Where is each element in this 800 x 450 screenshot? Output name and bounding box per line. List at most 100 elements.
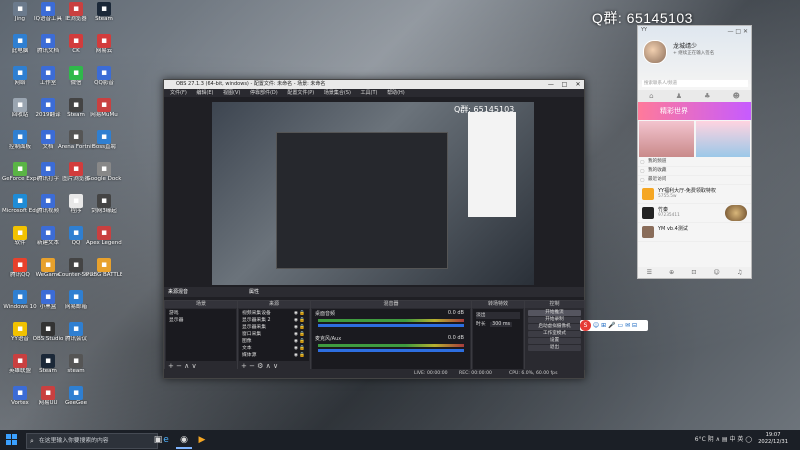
settings-button[interactable]: 设置 <box>528 338 581 344</box>
volume-slider-desktop[interactable] <box>318 324 464 327</box>
emoji-icon[interactable]: ☺ <box>714 269 720 276</box>
desktop-shortcut[interactable]: ▪ GeeGee <box>58 386 94 414</box>
lock-icon[interactable]: 🔒 <box>299 345 305 352</box>
menu-edit[interactable]: 编辑(E) <box>196 90 213 96</box>
add-icon[interactable]: ⊕ <box>669 269 674 276</box>
scene-item[interactable]: 游戏 <box>169 310 233 317</box>
start-recording-button[interactable]: 开始录制 <box>528 317 581 323</box>
desktop-shortcut[interactable]: ▪ Boss直聘 <box>86 130 122 158</box>
volume-slider-mic[interactable] <box>318 349 464 352</box>
media-player-icon[interactable]: ▶ <box>194 433 210 447</box>
studio-mode-button[interactable]: 工作室模式 <box>528 331 581 337</box>
menu-view[interactable]: 视图(V) <box>223 90 240 96</box>
avatar[interactable] <box>643 40 667 64</box>
toolbox-icon[interactable]: ⊟ <box>632 322 637 329</box>
maximize-icon[interactable]: □ <box>558 80 570 89</box>
taskbar-clock[interactable]: 19:07 2022/12/31 <box>758 432 788 446</box>
start-streaming-button[interactable]: 开始推流 <box>528 310 581 316</box>
exit-button[interactable]: 退出 <box>528 345 581 351</box>
music-icon[interactable]: ♫ <box>737 269 742 276</box>
user-icon[interactable]: ♟ <box>676 92 682 100</box>
grid-icon[interactable]: ⊞ <box>601 322 606 329</box>
list-item[interactable]: 竹秦 97235411 <box>638 204 751 223</box>
source-item[interactable]: 文本 ◉ 🔒 <box>242 345 306 352</box>
eye-icon[interactable]: ◉ <box>294 345 298 352</box>
lock-icon[interactable]: 🔒 <box>299 310 305 317</box>
desktop-shortcut[interactable]: ▪ 网易云 <box>86 34 122 62</box>
desktop-shortcut[interactable]: ▪ Apex Legends <box>86 226 122 254</box>
menu-tools[interactable]: 工具(T) <box>361 90 378 96</box>
desktop-shortcut[interactable]: ▪ Steam <box>86 2 122 30</box>
eye-icon[interactable]: ◉ <box>294 310 298 317</box>
lock-icon[interactable]: 🔒 <box>299 317 305 324</box>
user-signature[interactable]: + 继续正在输入签名 <box>673 50 714 56</box>
desktop-shortcut[interactable]: ▪ QQ影音 <box>86 66 122 94</box>
tab-properties[interactable]: 属性 <box>249 288 259 295</box>
maximize-icon[interactable]: □ <box>735 28 741 35</box>
tab-audio-mixer[interactable]: 来源混音 <box>168 288 188 295</box>
transition-type-select[interactable]: 淡出 <box>476 312 520 319</box>
start-virtual-camera-button[interactable]: 启动虚拟摄像机 <box>528 324 581 330</box>
desktop-shortcut[interactable]: ▪ steam <box>58 354 94 382</box>
mail-icon[interactable]: ✉ <box>625 322 630 329</box>
desktop-shortcut[interactable]: ▪ 网易MuMu <box>86 98 122 126</box>
source-item[interactable]: 视频采集设备 ◉ 🔒 <box>242 310 306 317</box>
list-item-recent[interactable]: 最近访问 <box>638 176 751 185</box>
source-item[interactable]: 显示器采集 2 ◉ 🔒 <box>242 317 306 324</box>
minimize-icon[interactable]: — <box>727 28 733 35</box>
lock-icon[interactable]: 🔒 <box>299 338 305 345</box>
close-icon[interactable]: ✕ <box>743 28 748 35</box>
yy-search-input[interactable]: 搜索联系人/频道 <box>642 80 748 87</box>
list-item[interactable]: YM vb.4测试 <box>638 223 751 242</box>
lock-icon[interactable]: 🔒 <box>299 324 305 331</box>
obs-titlebar[interactable]: OBS 27.1.3 (64-bit, windows) - 配置文件: 未命名… <box>164 80 584 89</box>
obs-preview-canvas[interactable]: Q群: 65145103 <box>212 102 534 285</box>
contacts-icon[interactable]: ☻ <box>733 92 740 100</box>
minimize-icon[interactable]: — <box>545 80 557 89</box>
eye-icon[interactable]: ◉ <box>294 338 298 345</box>
promo-banner[interactable]: 精彩世界 <box>638 102 751 120</box>
keyboard-icon[interactable]: ▭ <box>617 322 623 329</box>
eye-icon[interactable]: ◉ <box>294 324 298 331</box>
source-item[interactable]: 图像 ◉ 🔒 <box>242 338 306 345</box>
obs-taskbar-icon[interactable]: ◉ <box>176 433 192 449</box>
lock-icon[interactable]: 🔒 <box>299 331 305 338</box>
taskbar-search-input[interactable]: ⌕ 在这里输入你要搜索的内容 <box>26 433 158 449</box>
source-item[interactable]: 窗口采集 ◉ 🔒 <box>242 331 306 338</box>
home-icon[interactable]: ⌂ <box>649 92 653 100</box>
desktop-shortcut[interactable]: ▪PUBG BATTLEGROUNDS <box>86 258 122 286</box>
microphone-icon[interactable]: 🎤 <box>608 322 615 329</box>
screen-icon[interactable]: ⊡ <box>691 269 696 276</box>
scene-item[interactable]: 显示器 <box>169 317 233 324</box>
menu-profile[interactable]: 配置文件(P) <box>287 90 314 96</box>
sogou-logo-icon[interactable]: S <box>580 320 591 331</box>
edge-icon[interactable]: e <box>158 433 174 447</box>
list-item-my-channels[interactable]: 我的频道 <box>638 158 751 167</box>
emoji-icon[interactable]: ☺ <box>593 322 599 329</box>
desktop-shortcut[interactable]: ▪ 剑网3缘起 <box>86 194 122 222</box>
streamer-thumbnail[interactable] <box>695 121 750 157</box>
menu-docks[interactable]: 停靠部件(D) <box>250 90 278 96</box>
source-item[interactable]: 显示器采集 ◉ 🔒 <box>242 324 306 331</box>
streamer-thumbnail[interactable] <box>639 121 694 157</box>
menu-icon[interactable]: ☰ <box>647 269 652 276</box>
yy-client-panel[interactable]: YY — □ ✕ 龙城靖少 + 继续正在输入签名 搜索联系人/频道 ⌂ ♟ ♣ … <box>637 25 752 279</box>
source-item[interactable]: 媒体源 ◉ 🔒 <box>242 352 306 359</box>
list-item-favorites[interactable]: 我的收藏 <box>638 167 751 176</box>
windows-start-icon[interactable] <box>6 434 18 446</box>
eye-icon[interactable]: ◉ <box>294 317 298 324</box>
floating-ime-toolbar[interactable]: S ☺ ⊞ 🎤 ▭ ✉ ⊟ <box>580 320 648 331</box>
desktop-shortcut[interactable]: ▪ 腾讯会议 <box>58 322 94 350</box>
eye-icon[interactable]: ◉ <box>294 352 298 359</box>
duration-input[interactable]: 300 ms <box>490 322 512 327</box>
group-icon[interactable]: ♣ <box>704 92 710 100</box>
eye-icon[interactable]: ◉ <box>294 331 298 338</box>
obs-window[interactable]: OBS 27.1.3 (64-bit, windows) - 配置文件: 未命名… <box>163 79 585 379</box>
close-icon[interactable]: ✕ <box>572 80 584 89</box>
lock-icon[interactable]: 🔒 <box>299 352 305 359</box>
desktop-shortcut[interactable]: ▪ Google Dock <box>86 162 122 190</box>
menu-scene-collection[interactable]: 场景集合(S) <box>324 90 351 96</box>
list-item[interactable]: YY福利大厅-免费领取特权 5755.5w <box>638 185 751 204</box>
system-tray[interactable]: 6°C 阴 ∧ ▤ 中 英 ◯ <box>695 433 752 447</box>
menu-file[interactable]: 文件(F) <box>170 90 187 96</box>
